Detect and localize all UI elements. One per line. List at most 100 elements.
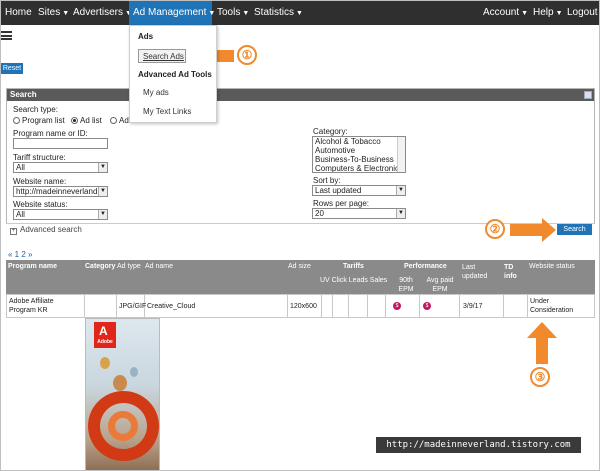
chevron-down-icon: ▼ [521,10,529,17]
chevron-down-icon: ▼ [396,209,405,218]
category-option[interactable]: Alcohol & Tobacco [313,137,405,146]
cell-ad-type: JPG/GIF [119,303,147,310]
nav-sites-label: Sites [38,7,61,18]
nav-tools[interactable]: Tools ▼ [213,0,253,25]
col-program-name[interactable]: Program name [8,263,57,270]
category-listbox[interactable]: Alcohol & Tobacco Automotive Business-To… [312,136,406,173]
nav-tools-label: Tools [217,7,241,18]
menu-item-my-ads[interactable]: My ads [143,88,169,97]
chevron-down-icon: ▼ [98,163,107,172]
website-status-select[interactable]: All ▼ [13,209,108,220]
collapse-icon[interactable] [584,91,592,99]
chevron-down-icon: ▼ [98,187,107,196]
website-name-select[interactable]: http://madeinneverland. ▼ [13,186,108,197]
col-ad-type[interactable]: Ad type [117,263,141,270]
col-td-info: TD info [504,264,517,280]
nav-ad-management[interactable]: Ad Management ▼ [129,0,215,25]
avg-epm-icon[interactable]: $ [423,302,431,310]
radio-icon [110,117,117,124]
tariff-structure-select[interactable]: All ▼ [13,162,108,173]
radio-ad-other[interactable]: Ad [110,116,129,125]
nav-home[interactable]: Home [1,0,36,25]
radio-ad-list[interactable]: Ad list [71,116,102,125]
nav-logout[interactable]: Logout [563,0,600,25]
annotation-number-1: ① [237,45,257,65]
col-website-status[interactable]: Website status [529,263,575,270]
nav-sites[interactable]: Sites ▼ [34,0,73,25]
category-option[interactable]: Computers & Electronics [313,164,405,172]
dropdown-heading-ads: Ads [138,32,154,41]
ad-management-dropdown: Ads Search Ads Advanced Ad Tools My ads … [129,25,217,123]
col-last-updated[interactable]: Last updated [462,263,492,281]
nav-statistics-label: Statistics [254,7,295,18]
annotation-number-3: ③ [530,367,550,387]
epm-icon[interactable]: $ [393,302,401,310]
adobe-logo-text: Adobe [97,339,113,345]
program-name-input[interactable] [13,138,108,149]
radio-ad-other-label: Ad [119,116,129,125]
nav-ad-management-label: Ad Management [133,7,207,18]
radio-program-list[interactable]: Program list [13,116,65,125]
annotation-number-2: ② [485,219,505,239]
radio-program-list-label: Program list [22,116,65,125]
category-option[interactable]: Automotive [313,146,405,155]
results-table-header: Program name Category Ad type Ad name Ad… [6,260,595,294]
radio-selected-icon [71,117,78,124]
listbox-scrollbar[interactable] [397,137,405,172]
chevron-down-icon: ▼ [396,186,405,195]
cell-website-status: Under Consideration [530,298,574,314]
plus-icon: + [10,228,17,235]
col-ad-name[interactable]: Ad name [145,263,173,270]
table-row[interactable]: Adobe Affiliate Program KR JPG/GIF Creat… [6,294,595,318]
list-view-icon[interactable] [1,31,12,40]
nav-account[interactable]: Account ▼ [479,0,532,25]
sort-by-select[interactable]: Last updated ▼ [312,185,406,196]
annotation-arrow-2 [510,218,556,242]
tariff-structure-label: Tariff structure: [13,153,66,162]
chevron-down-icon: ▼ [98,210,107,219]
search-type-label: Search type: [13,105,58,114]
nav-advertisers[interactable]: Advertisers▼ [69,0,136,25]
col-90th-epm: 90th EPM [398,277,414,293]
ad-banner-preview[interactable]: Adobe [85,318,160,471]
program-name-label: Program name or ID: [13,129,88,138]
col-category[interactable]: Category [85,263,115,270]
advanced-search-toggle[interactable]: + Advanced search [6,223,595,236]
creative-cloud-logo-inner [108,411,138,441]
watermark: http://madeinneverland.tistory.com [376,437,581,453]
pagination[interactable]: « 1 2 » [8,250,32,259]
website-status-label: Website status: [13,200,68,209]
dropdown-heading-advanced: Advanced Ad Tools [138,70,212,79]
nav-advertisers-label: Advertisers [73,7,124,18]
cell-ad-name[interactable]: Creative_Cloud [147,302,195,311]
radio-ad-list-label: Ad list [80,116,102,125]
nav-logout-label: Logout [567,7,598,18]
website-name-value: http://madeinneverland. [16,187,100,196]
menu-item-search-ads[interactable]: Search Ads [143,52,184,61]
cell-ad-size: 120x600 [290,303,317,310]
top-nav: Home Sites▼ Advertisers▼ Ad Management▼ … [0,0,600,25]
rows-per-page-select[interactable]: 20 ▼ [312,208,406,219]
adobe-logo: Adobe [94,322,116,348]
search-button[interactable]: Search [557,224,592,235]
reset-button[interactable]: Reset [1,63,23,74]
nav-home-label: Home [5,7,32,18]
col-tariffs: Tariffs [343,263,364,270]
nav-account-label: Account [483,7,520,18]
cell-last-updated: 3/9/17 [463,303,483,310]
category-option[interactable]: Business-To-Business [313,155,405,164]
col-ad-size[interactable]: Ad size [288,263,311,270]
cell-program-name[interactable]: Adobe Affiliate Program KR [9,297,79,315]
annotation-arrow-3 [527,322,557,364]
rows-per-page-label: Rows per page: [313,199,370,208]
menu-item-my-text-links[interactable]: My Text Links [143,107,191,116]
sort-by-label: Sort by: [313,176,341,185]
website-status-value: All [16,210,25,219]
nav-statistics[interactable]: Statistics ▼ [250,0,307,25]
col-performance: Performance [404,263,447,270]
col-tariff-subheaders: UV Click Leads Sales [320,277,388,284]
advanced-search-label: Advanced search [20,225,82,234]
nav-help[interactable]: Help ▼ [529,0,567,25]
website-name-label: Website name: [13,177,67,186]
col-avg-paid-epm: Avg paid EPM [426,277,454,293]
